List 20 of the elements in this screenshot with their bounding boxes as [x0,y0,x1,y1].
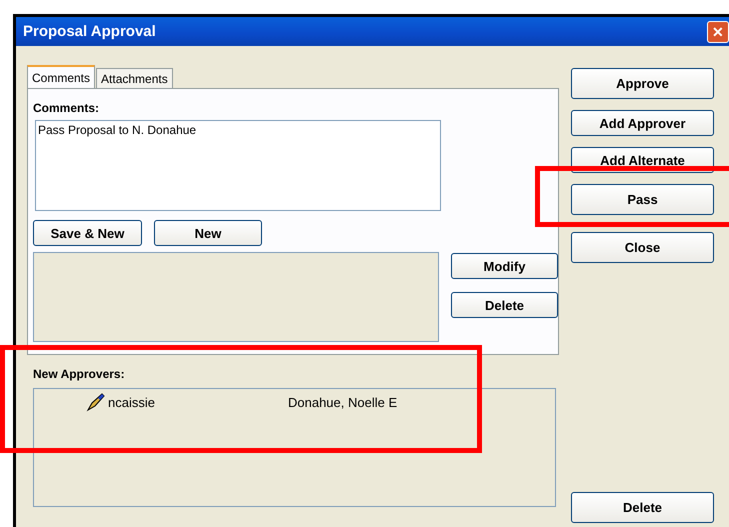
list-button[interactable]: Modify [451,253,558,279]
side-button[interactable]: Approve [571,68,714,99]
pen-icon [86,392,106,412]
tab[interactable]: Attachments [96,68,173,88]
comment-button[interactable]: New [154,220,262,246]
side-button[interactable]: Pass [571,184,714,215]
window-title: Proposal Approval [23,23,156,40]
new-approvers-label: New Approvers: [33,367,126,381]
comments-list[interactable] [33,252,439,342]
delete-button[interactable]: Delete [571,492,714,523]
approver-username[interactable]: ncaissie [108,394,288,410]
comments-field[interactable]: Pass Proposal to N. Donahue [35,120,441,211]
comments-label: Comments: [33,101,100,115]
side-button[interactable]: Close [571,232,714,263]
approver-name[interactable]: Donahue, Noelle E [288,394,398,410]
list-button[interactable]: Delete [451,292,558,318]
side-button[interactable]: Add Approver [571,110,714,136]
comment-button[interactable]: Save & New [33,220,142,246]
tab[interactable]: Comments [27,65,96,88]
close-button[interactable]: ✕ [707,20,729,42]
